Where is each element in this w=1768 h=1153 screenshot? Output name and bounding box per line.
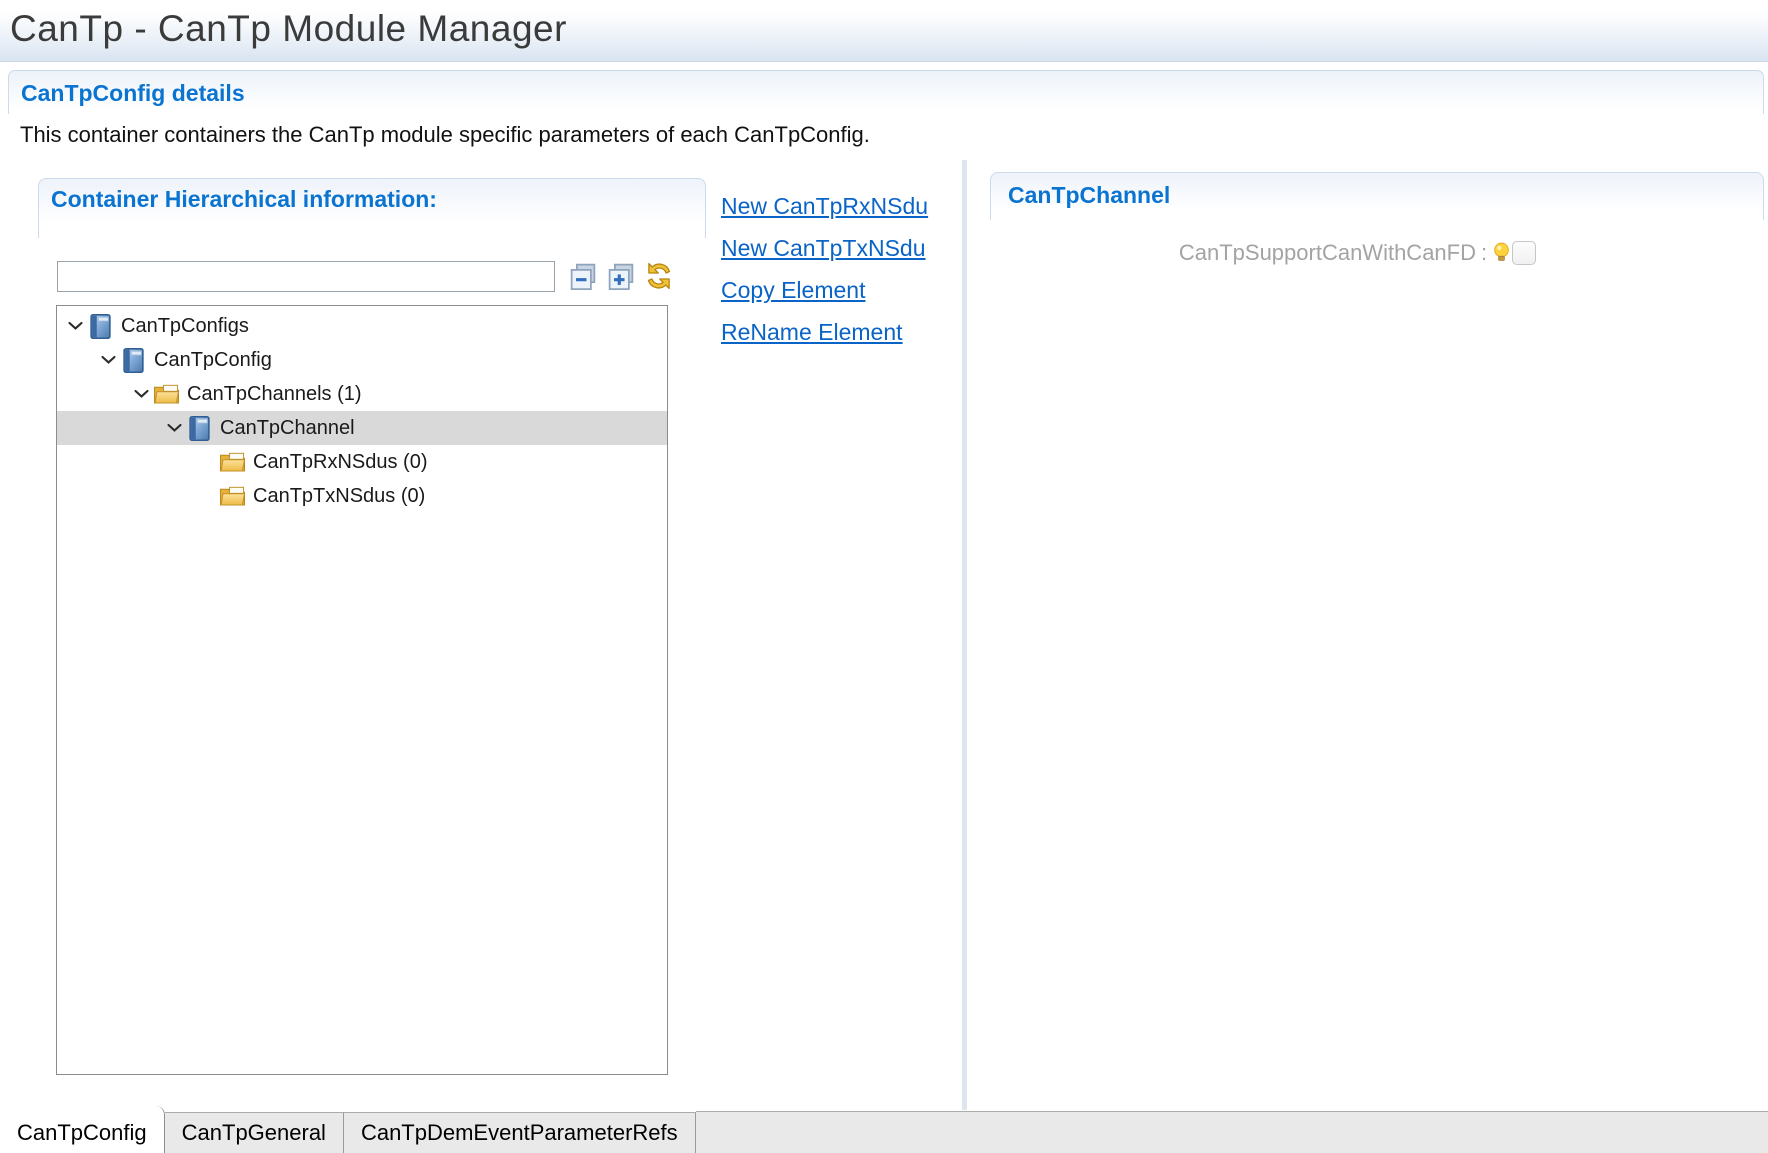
param-separator: : [1481,240,1487,266]
folder-icon [219,482,246,510]
rename-element-link[interactable]: ReName Element [721,318,961,346]
module-icon [186,414,213,442]
tree-item-label: CanTpConfig [154,349,272,372]
expand-all-icon[interactable] [606,261,636,292]
tree-item-label: CanTpChannel [220,417,355,440]
tab-label: CanTpGeneral [182,1120,326,1146]
module-icon [87,312,114,340]
tab-label: CanTpConfig [17,1120,147,1146]
folder-icon [219,448,246,476]
tree-filter-input[interactable] [57,261,555,292]
param-label: CanTpSupportCanWithCanFD [990,240,1476,266]
section-title: CanTpConfig details [21,80,1763,107]
hierarchy-panel-header: Container Hierarchical information: [38,178,706,238]
hierarchy-tree[interactable]: CanTpConfigs CanTpConfig [56,305,668,1075]
lightbulb-icon [1493,241,1510,265]
hierarchy-panel: Container Hierarchical information: [38,178,706,1090]
tab-cantpdemeventparameterrefs[interactable]: CanTpDemEventParameterRefs [344,1112,696,1153]
hierarchy-panel-title: Container Hierarchical information: [51,186,705,213]
new-cantptxnsdu-link[interactable]: New CanTpTxNSdu [721,234,961,262]
panel-splitter[interactable] [962,160,967,1110]
bottom-tab-bar: CanTpConfig CanTpGeneral CanTpDemEventPa… [0,1112,1768,1153]
folder-icon [153,380,180,408]
chevron-down-icon[interactable] [129,382,153,406]
chevron-down-icon[interactable] [63,314,87,338]
tree-toolbar [57,260,687,292]
tree-item-label: CanTpTxNSdus (0) [253,485,425,508]
properties-panel: CanTpChannel CanTpSupportCanWithCanFD : [990,172,1764,1090]
properties-panel-header: CanTpChannel [990,172,1764,220]
tab-label: CanTpDemEventParameterRefs [361,1120,678,1146]
page-title: CanTp - CanTp Module Manager [0,0,1768,50]
tree-item-label: CanTpConfigs [121,315,249,338]
page-header: CanTp - CanTp Module Manager [0,0,1768,62]
tree-item-cantprxnsdus[interactable]: CanTpRxNSdus (0) [57,445,667,479]
copy-element-link[interactable]: Copy Element [721,276,961,304]
tree-item-cantpconfig[interactable]: CanTpConfig [57,343,667,377]
properties-panel-title: CanTpChannel [1008,182,1763,209]
chevron-down-icon[interactable] [162,416,186,440]
tab-cantpconfig[interactable]: CanTpConfig [0,1106,165,1153]
module-icon [120,346,147,374]
tree-item-cantptxnsdus[interactable]: CanTpTxNSdus (0) [57,479,667,513]
param-row: CanTpSupportCanWithCanFD : [990,240,1764,266]
tree-item-cantpchannels[interactable]: CanTpChannels (1) [57,377,667,411]
tree-item-label: CanTpRxNSdus (0) [253,451,428,474]
action-links: New CanTpRxNSdu New CanTpTxNSdu Copy Ele… [721,192,961,360]
collapse-all-icon[interactable] [568,261,598,292]
section-description: This container containers the CanTp modu… [8,114,1764,148]
param-checkbox[interactable] [1512,241,1536,265]
section-header: CanTpConfig details [8,70,1764,114]
tree-item-cantpchannel[interactable]: CanTpChannel [57,411,667,445]
tab-cantpgeneral[interactable]: CanTpGeneral [165,1112,344,1153]
details-section: CanTpConfig details This container conta… [8,70,1764,1110]
tree-item-label: CanTpChannels (1) [187,383,362,406]
tree-item-cantpconfigs[interactable]: CanTpConfigs [57,309,667,343]
new-cantprxnsdu-link[interactable]: New CanTpRxNSdu [721,192,961,220]
chevron-down-icon[interactable] [96,348,120,372]
refresh-icon[interactable] [644,261,674,292]
